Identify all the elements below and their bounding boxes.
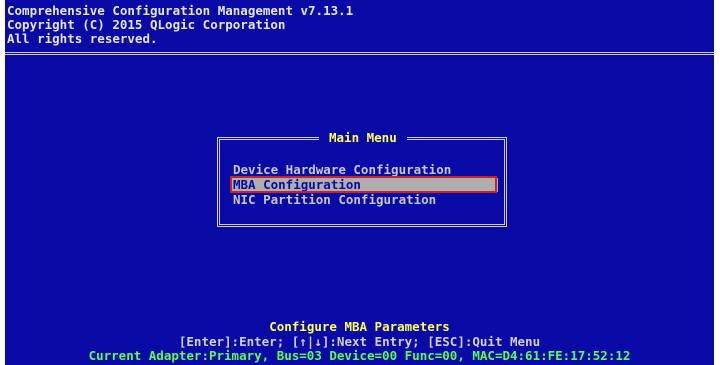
header-rights: All rights reserved. [7,31,158,46]
selection-highlight-outline [230,176,497,193]
main-menu-title: Main Menu [319,131,407,145]
header-title: Comprehensive Configuration Management v… [7,3,354,18]
header-divider [5,52,714,55]
header-text: Comprehensive Configuration Management v… [7,4,353,46]
adapter-status: Current Adapter:Primary, Bus=03 Device=0… [88,348,631,363]
header-copyright: Copyright (C) 2015 QLogic Corporation [7,17,286,32]
item-description: Configure MBA Parameters [269,319,450,334]
bios-screen: Comprehensive Configuration Management v… [5,0,714,365]
key-help: [Enter]:Enter; [↑|↓]:Next Entry; [ESC]:Q… [178,334,541,349]
main-menu-box: Main Menu Device Hardware Configuration … [217,131,507,227]
menu-item-nic-partition-configuration[interactable]: NIC Partition Configuration [233,193,436,207]
menu-item-device-hardware-configuration[interactable]: Device Hardware Configuration [233,163,451,177]
